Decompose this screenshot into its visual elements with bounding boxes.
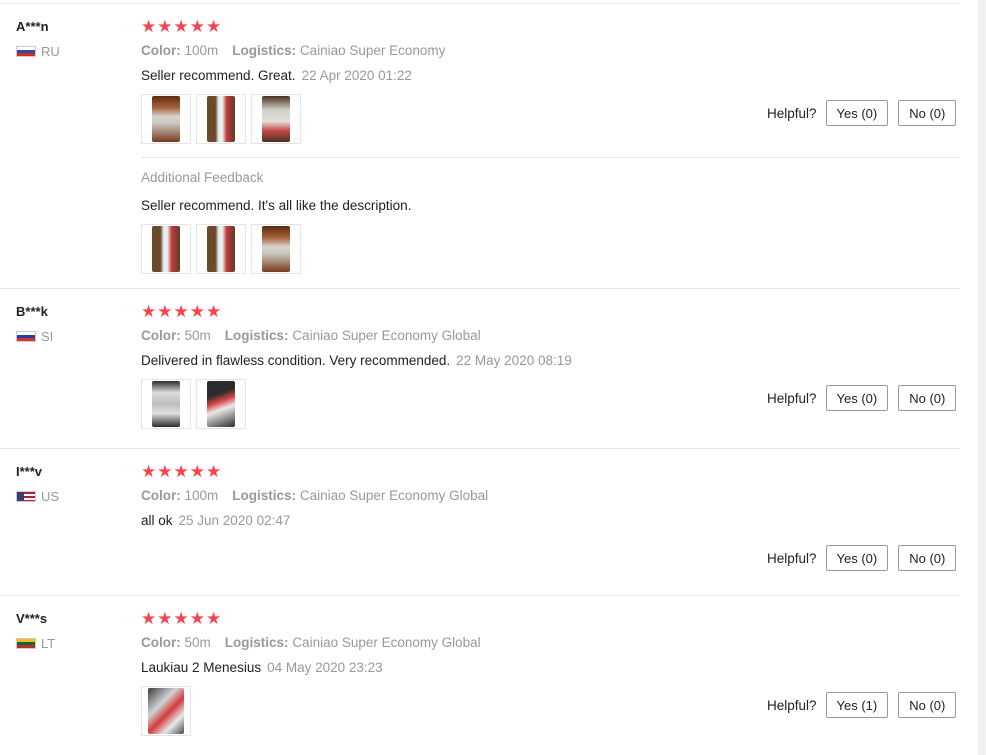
helpful-no-button[interactable]: No (0) — [898, 692, 957, 718]
review-photos — [141, 686, 191, 736]
review-date: 22 Apr 2020 01:22 — [301, 68, 412, 83]
color-label: Color: — [141, 488, 181, 503]
review-photo-thumb[interactable] — [141, 94, 191, 144]
helpful-no-button[interactable]: No (0) — [898, 100, 957, 126]
logistics-value: Cainiao Super Economy Global — [292, 328, 481, 343]
reviewer-name: I***v — [16, 464, 43, 479]
country-code: RU — [41, 44, 60, 59]
additional-feedback-text: Seller recommend. It's all like the desc… — [141, 198, 412, 213]
reviewer-country: RU — [16, 44, 60, 59]
logistics-label: Logistics: — [224, 328, 289, 343]
color-label: Color: — [141, 635, 181, 650]
logistics-label: Logistics: — [232, 43, 297, 58]
logistics-value: Cainiao Super Economy — [299, 43, 446, 58]
helpful-yes-button[interactable]: Yes (0) — [825, 545, 889, 571]
star-rating: ★★★★★ — [141, 302, 223, 321]
review-date: 22 May 2020 08:19 — [456, 353, 572, 368]
helpful-vote: Helpful? Yes (0) No (0) — [767, 100, 957, 126]
review-photos — [141, 94, 301, 144]
helpful-yes-button[interactable]: Yes (0) — [825, 100, 889, 126]
color-value: 100m — [184, 43, 219, 58]
logistics-value: Cainiao Super Economy Global — [292, 635, 481, 650]
flag-si-icon — [16, 331, 36, 342]
review-body: all ok — [141, 513, 173, 528]
helpful-label: Helpful? — [767, 105, 817, 121]
review-text: Seller recommend. Great. 22 Apr 2020 01:2… — [141, 68, 412, 83]
reviewer-country: LT — [16, 636, 55, 651]
additional-feedback-photos — [141, 224, 301, 274]
color-label: Color: — [141, 328, 181, 343]
review-photo-thumb[interactable] — [196, 94, 246, 144]
review-meta: Color: 100m Logistics: Cainiao Super Econ… — [141, 488, 488, 503]
review-photo-thumb[interactable] — [196, 224, 246, 274]
reviewer-name: B***k — [16, 304, 48, 319]
color-value: 50m — [184, 328, 211, 343]
color-label: Color: — [141, 43, 181, 58]
helpful-vote: Helpful? Yes (0) No (0) — [767, 385, 957, 411]
color-value: 50m — [184, 635, 211, 650]
helpful-label: Helpful? — [767, 697, 817, 713]
review-photo-thumb[interactable] — [141, 224, 191, 274]
review-photo-thumb[interactable] — [251, 224, 301, 274]
flag-lt-icon — [16, 638, 36, 649]
review-photo-thumb[interactable] — [251, 94, 301, 144]
flag-ru-icon — [16, 46, 36, 57]
page-scrollbar[interactable] — [978, 0, 986, 755]
review-photo-thumb[interactable] — [141, 686, 191, 736]
review-date: 25 Jun 2020 02:47 — [178, 513, 291, 528]
star-rating: ★★★★★ — [141, 609, 223, 628]
review-divider — [0, 448, 960, 449]
review-meta: Color: 100m Logistics: Cainiao Super Econ… — [141, 43, 445, 58]
review-text: Delivered in flawless condition. Very re… — [141, 353, 572, 368]
review-photo-thumb[interactable] — [196, 379, 246, 429]
flag-us-icon — [16, 491, 36, 502]
top-divider — [0, 3, 960, 4]
review-meta: Color: 50m Logistics: Cainiao Super Econo… — [141, 635, 481, 650]
review-photos — [141, 379, 246, 429]
reviewer-country: SI — [16, 329, 53, 344]
star-rating: ★★★★★ — [141, 17, 223, 36]
logistics-value: Cainiao Super Economy Global — [299, 488, 489, 503]
reviewer-name: A***n — [16, 19, 49, 34]
inner-divider — [141, 157, 960, 158]
review-text: Laukiau 2 Menesius 04 May 2020 23:23 — [141, 660, 383, 675]
country-code: LT — [41, 636, 56, 651]
review-body: Laukiau 2 Menesius — [141, 660, 262, 675]
review-body: Delivered in flawless condition. Very re… — [141, 353, 451, 368]
review-divider — [0, 595, 960, 596]
review-divider — [0, 288, 960, 289]
additional-feedback-title: Additional Feedback — [141, 170, 264, 185]
reviewer-country: US — [16, 489, 59, 504]
review-date: 04 May 2020 23:23 — [267, 660, 383, 675]
logistics-label: Logistics: — [232, 488, 297, 503]
country-code: SI — [41, 329, 54, 344]
review-meta: Color: 50m Logistics: Cainiao Super Econo… — [141, 328, 481, 343]
helpful-yes-button[interactable]: Yes (0) — [825, 385, 889, 411]
helpful-vote: Helpful? Yes (1) No (0) — [767, 692, 957, 718]
helpful-label: Helpful? — [767, 550, 817, 566]
country-code: US — [41, 489, 60, 504]
logistics-label: Logistics: — [224, 635, 289, 650]
review-text: all ok 25 Jun 2020 02:47 — [141, 513, 290, 528]
helpful-no-button[interactable]: No (0) — [898, 545, 957, 571]
star-rating: ★★★★★ — [141, 462, 223, 481]
helpful-no-button[interactable]: No (0) — [898, 385, 957, 411]
review-photo-thumb[interactable] — [141, 379, 191, 429]
reviewer-name: V***s — [16, 611, 48, 626]
color-value: 100m — [184, 488, 219, 503]
review-body: Seller recommend. Great. — [141, 68, 296, 83]
helpful-vote: Helpful? Yes (0) No (0) — [767, 545, 957, 571]
helpful-yes-button[interactable]: Yes (1) — [825, 692, 889, 718]
helpful-label: Helpful? — [767, 390, 817, 406]
